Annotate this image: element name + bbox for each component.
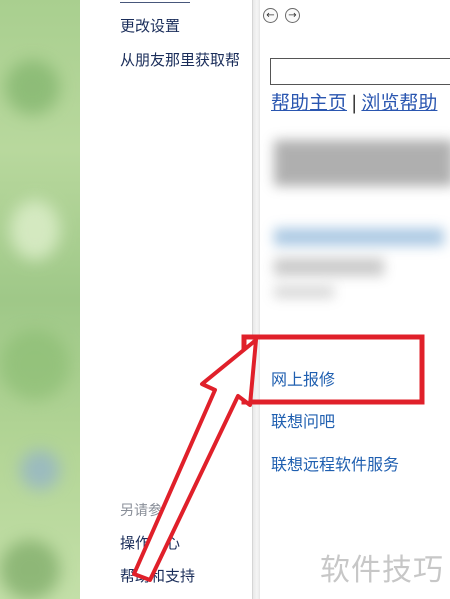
- help-home-link[interactable]: 帮助主页: [271, 92, 347, 114]
- online-repair-link[interactable]: 网上报修: [271, 366, 335, 390]
- lenovo-ask-link[interactable]: 联想问吧: [271, 408, 335, 432]
- change-settings-link[interactable]: 更改设置: [120, 15, 180, 36]
- help-top-links: 帮助主页 | 浏览帮助: [271, 88, 437, 115]
- blurred-desktop-shape: [10, 200, 60, 260]
- blurred-text: [274, 286, 334, 298]
- blurred-desktop-shape: [20, 450, 60, 490]
- help-pane: ← → 帮助主页 | 浏览帮助 网上报修 联想问吧 联想远程软件服务: [260, 0, 450, 599]
- blurred-desktop-shape: [5, 60, 60, 115]
- blurred-heading: [274, 140, 450, 186]
- forward-glyph: →: [288, 10, 297, 21]
- lenovo-remote-service-link[interactable]: 联想远程软件服务: [271, 451, 399, 475]
- desktop-background: [0, 0, 80, 599]
- see-also-heading: 另请参阅: [120, 503, 176, 519]
- blurred-text: [274, 258, 384, 276]
- get-help-from-friend-link[interactable]: 从朋友那里获取帮: [120, 49, 240, 70]
- forward-arrow-icon[interactable]: →: [285, 8, 300, 23]
- link-separator: |: [351, 92, 358, 114]
- back-arrow-icon[interactable]: ←: [263, 8, 278, 23]
- blurred-desktop-shape: [0, 330, 70, 400]
- watermark-text: 软件技巧: [320, 553, 444, 588]
- back-glyph: ←: [266, 10, 275, 21]
- browse-help-link[interactable]: 浏览帮助: [361, 92, 437, 114]
- blurred-link: [274, 228, 444, 246]
- blurred-desktop-shape: [0, 540, 60, 599]
- help-and-support-link[interactable]: 帮助和支持: [120, 565, 195, 586]
- left-task-panel: 更改设置 从朋友那里获取帮 另请参阅 操作中心 帮助和支持: [80, 0, 252, 599]
- action-center-link[interactable]: 操作中心: [120, 532, 180, 553]
- cut-off-link[interactable]: [120, 0, 190, 3]
- search-input[interactable]: [270, 58, 450, 85]
